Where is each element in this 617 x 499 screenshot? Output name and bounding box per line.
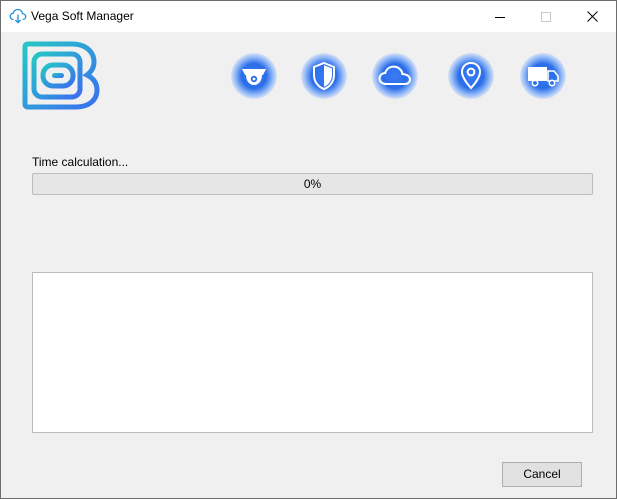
app-window: Vega Soft Manager Time calculation... 0%…: [0, 0, 617, 499]
progress-bar: 0%: [32, 173, 593, 195]
vega-logo: [22, 41, 100, 110]
maximize-icon: [541, 11, 551, 22]
status-label: Time calculation...: [32, 155, 129, 169]
log-output[interactable]: [32, 272, 593, 433]
minimize-button[interactable]: [477, 1, 523, 32]
truck-icon: [520, 53, 566, 99]
camera-icon: [231, 53, 277, 99]
cloud-download-icon: [9, 7, 27, 25]
close-button[interactable]: [569, 1, 615, 32]
location-pin-icon: [448, 53, 494, 99]
close-icon: [586, 11, 598, 22]
title-bar: Vega Soft Manager: [1, 1, 616, 32]
cancel-button[interactable]: Cancel: [502, 462, 582, 487]
shield-icon: [301, 53, 347, 99]
maximize-button: [523, 1, 569, 32]
cloud-icon: [372, 53, 418, 99]
minimize-icon: [495, 16, 505, 18]
progress-text: 0%: [303, 177, 322, 191]
window-title: Vega Soft Manager: [31, 9, 134, 23]
